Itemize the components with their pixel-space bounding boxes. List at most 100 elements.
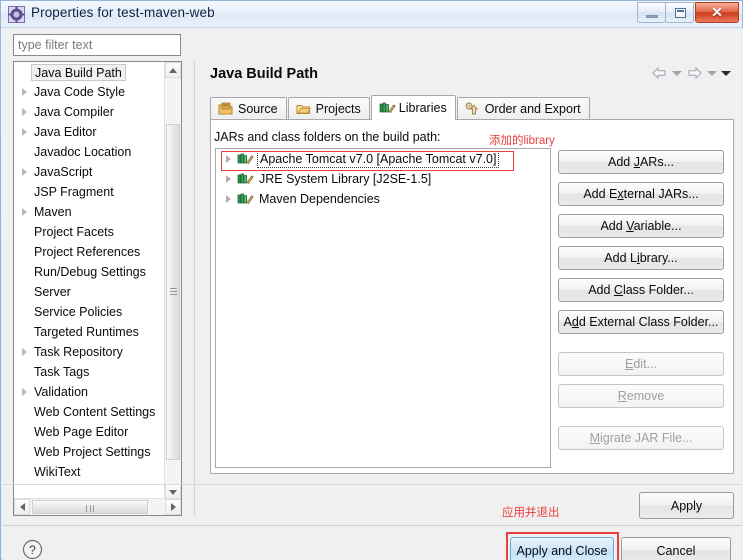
button-label: Add External JARs...	[583, 187, 699, 201]
sidebar-item-label: JSP Fragment	[34, 185, 114, 199]
expand-arrow-icon[interactable]	[226, 195, 231, 203]
minimize-button[interactable]	[637, 2, 666, 23]
expand-arrow-icon[interactable]	[226, 175, 231, 183]
sidebar-item-label: Java Build Path	[31, 63, 126, 81]
expand-arrow-icon[interactable]	[22, 388, 27, 396]
settings-tree-panel[interactable]: Java Build Path Java Code Style Java Compi…	[13, 61, 182, 516]
footer-divider	[3, 525, 742, 526]
sidebar-item-label: WikiText	[34, 465, 81, 479]
sidebar-item-web-content-settings[interactable]: Web Content Settings	[14, 402, 164, 422]
view-menu-icon[interactable]	[721, 70, 731, 76]
sidebar-item-java-editor[interactable]: Java Editor	[14, 122, 164, 142]
library-item-label: Maven Dependencies	[259, 192, 380, 206]
sidebar-item-maven[interactable]: Maven	[14, 202, 164, 222]
projects-folder-icon	[296, 102, 311, 116]
tab-source[interactable]: Source	[210, 97, 287, 120]
sidebar-item-server[interactable]: Server	[14, 282, 164, 302]
libraries-list[interactable]: Apache Tomcat v7.0 [Apache Tomcat v7.0] J…	[215, 148, 551, 468]
add-class-folder-button[interactable]: Add Class Folder...	[558, 278, 724, 302]
sidebar-item-java-compiler[interactable]: Java Compiler	[14, 102, 164, 122]
library-list-item[interactable]: Apache Tomcat v7.0 [Apache Tomcat v7.0]	[216, 149, 550, 169]
sidebar-item-label: Web Project Settings	[34, 445, 151, 459]
scroll-up-icon[interactable]	[165, 62, 181, 78]
source-folder-icon	[218, 102, 233, 116]
add-jars-button[interactable]: Add JARs...	[558, 150, 724, 174]
tab-order-and-export[interactable]: Order and Export	[456, 97, 590, 120]
add-library-button[interactable]: Add Library...	[558, 246, 724, 270]
tab-label: Source	[238, 102, 278, 116]
sidebar-item-validation[interactable]: Validation	[14, 382, 164, 402]
title-bar: Properties for test-maven-web ✕	[1, 1, 742, 28]
sidebar-item-project-facets[interactable]: Project Facets	[14, 222, 164, 242]
sidebar-item-label: Maven	[34, 205, 72, 219]
expand-arrow-icon[interactable]	[226, 155, 231, 163]
library-icon	[237, 192, 254, 206]
scroll-left-icon[interactable]	[14, 499, 30, 515]
tab-projects[interactable]: Projects	[287, 97, 370, 120]
expand-arrow-icon[interactable]	[22, 348, 27, 356]
expand-arrow-icon[interactable]	[22, 88, 27, 96]
sidebar-item-javadoc-location[interactable]: Javadoc Location	[14, 142, 164, 162]
button-group-gap	[558, 334, 724, 352]
tree-vertical-scrollbar[interactable]	[164, 62, 181, 500]
sidebar-item-java-code-style[interactable]: Java Code Style	[14, 82, 164, 102]
apply-and-close-button[interactable]: Apply and Close	[510, 537, 614, 560]
libraries-action-buttons: Add JARs... Add External JARs... Add Varia…	[558, 150, 724, 450]
sidebar-item-task-repository[interactable]: Task Repository	[14, 342, 164, 362]
sidebar-item-web-project-settings[interactable]: Web Project Settings	[14, 442, 164, 462]
expand-arrow-icon[interactable]	[22, 128, 27, 136]
button-label: Add JARs...	[607, 155, 674, 169]
sidebar-item-service-policies[interactable]: Service Policies	[14, 302, 164, 322]
horizontal-scroll-thumb[interactable]	[32, 500, 148, 514]
sidebar-item-jsp-fragment[interactable]: JSP Fragment	[14, 182, 164, 202]
tab-libraries[interactable]: Libraries	[370, 95, 456, 120]
back-dropdown-icon[interactable]	[672, 70, 682, 76]
settings-tree[interactable]: Java Build Path Java Code Style Java Compi…	[14, 62, 164, 500]
sidebar-item-web-page-editor[interactable]: Web Page Editor	[14, 422, 164, 442]
add-external-jars-button[interactable]: Add External JARs...	[558, 182, 724, 206]
tab-label: Projects	[315, 102, 361, 116]
sidebar-item-label: Project Facets	[34, 225, 114, 239]
help-icon[interactable]: ?	[22, 539, 43, 560]
expand-arrow-icon[interactable]	[22, 208, 27, 216]
libraries-icon	[379, 101, 396, 115]
apply-and-close-label: Apply and Close	[516, 543, 608, 558]
page-title: Java Build Path	[210, 66, 318, 82]
library-list-item[interactable]: JRE System Library [J2SE-1.5]	[216, 169, 550, 189]
tree-horizontal-scrollbar[interactable]	[14, 498, 181, 515]
sidebar-item-task-tags[interactable]: Task Tags	[14, 362, 164, 382]
add-external-class-folder-button[interactable]: Add External Class Folder...	[558, 310, 724, 334]
sidebar-item-run-debug-settings[interactable]: Run/Debug Settings	[14, 262, 164, 282]
sidebar-item-label: Validation	[34, 385, 88, 399]
properties-window: Properties for test-maven-web ✕ type fil…	[0, 0, 743, 560]
back-arrow-icon[interactable]	[651, 66, 668, 80]
button-label: Add External Class Folder...	[563, 315, 719, 329]
expand-arrow-icon[interactable]	[22, 168, 27, 176]
build-path-tabs: Source Projects Libraries Order and Export	[210, 95, 591, 120]
forward-dropdown-icon[interactable]	[707, 70, 717, 76]
sidebar-item-wikitext[interactable]: WikiText	[14, 462, 164, 482]
window-controls: ✕	[637, 2, 739, 23]
search-input[interactable]	[13, 34, 181, 56]
sidebar-item-javascript[interactable]: JavaScript	[14, 162, 164, 182]
sidebar-item-project-references[interactable]: Project References	[14, 242, 164, 262]
library-list-item[interactable]: Maven Dependencies	[216, 189, 550, 209]
forward-arrow-icon[interactable]	[686, 66, 703, 80]
maximize-button[interactable]	[665, 2, 694, 23]
sidebar-item-label: Task Repository	[34, 345, 123, 359]
sidebar-item-label: Targeted Runtimes	[34, 325, 139, 339]
expand-arrow-icon[interactable]	[22, 108, 27, 116]
sidebar-item-label: Java Editor	[34, 125, 97, 139]
cancel-button[interactable]: Cancel	[621, 537, 731, 560]
apply-button[interactable]: Apply	[639, 492, 734, 519]
button-label: Add Library...	[604, 251, 678, 265]
close-button[interactable]: ✕	[695, 2, 739, 23]
scroll-right-icon[interactable]	[165, 499, 181, 515]
vertical-scroll-thumb[interactable]	[166, 124, 180, 460]
add-variable-button[interactable]: Add Variable...	[558, 214, 724, 238]
order-export-icon	[465, 102, 480, 116]
properties-dialog-screenshot: Properties for test-maven-web ✕ type fil…	[0, 0, 743, 560]
library-icon	[237, 152, 254, 166]
sidebar-item-targeted-runtimes[interactable]: Targeted Runtimes	[14, 322, 164, 342]
sidebar-item-java-build-path[interactable]: Java Build Path	[14, 62, 164, 82]
